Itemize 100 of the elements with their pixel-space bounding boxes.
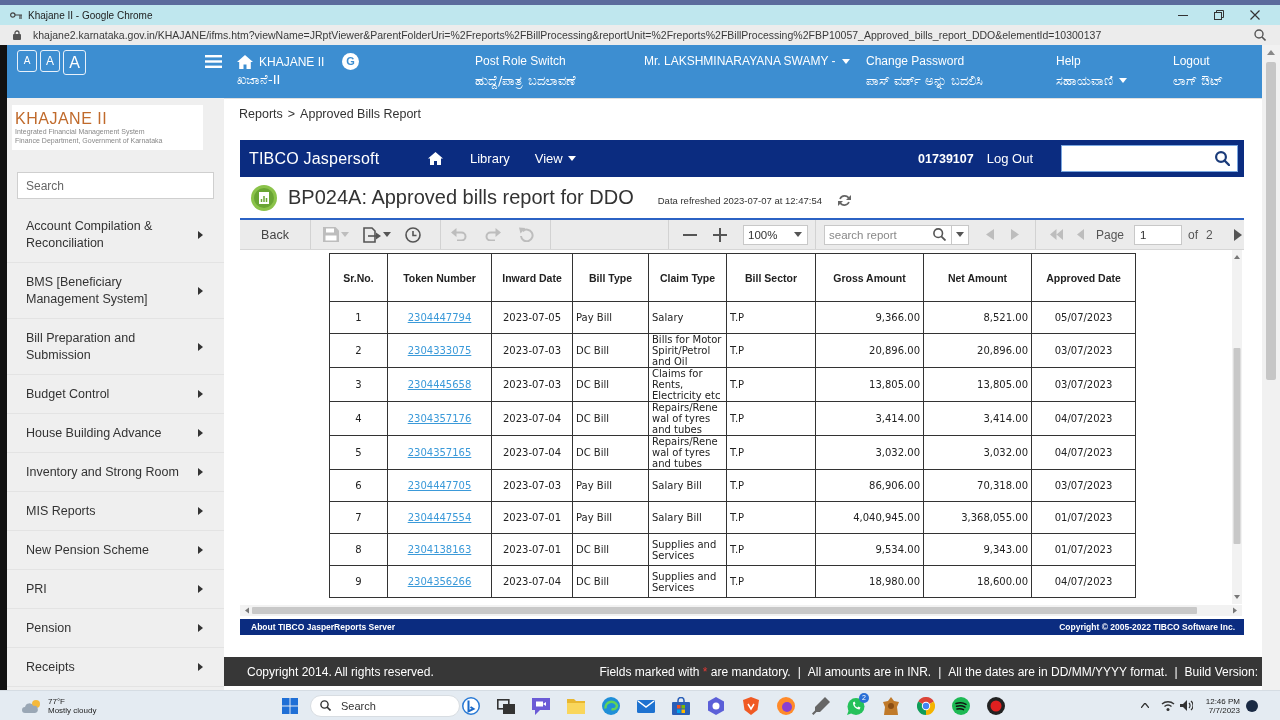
- sidebar-item[interactable]: Bill Preparation and Submission: [7, 319, 224, 375]
- sidebar-item[interactable]: Pension: [7, 609, 224, 648]
- search-report-field[interactable]: search report: [824, 224, 952, 245]
- table-cell: Salary: [648, 301, 727, 334]
- header-link[interactable]: Change Password ಪಾಸ್ ವರ್ಡ್ ಅನ್ನು ಬದಲಿಸಿ: [866, 52, 1056, 90]
- column-header: Bill Type: [572, 253, 649, 302]
- table-cell: T.P: [726, 301, 816, 334]
- search-field[interactable]: [1061, 145, 1238, 172]
- export-icon[interactable]: [363, 226, 381, 243]
- phone-bubble-icon[interactable]: [847, 696, 865, 715]
- table-cell: DC Bill: [572, 367, 649, 402]
- page-field[interactable]: 1: [1134, 224, 1183, 245]
- sidebar-item[interactable]: Account Compilation & Reconciliation: [7, 207, 224, 263]
- table-cell: 9,343.00: [923, 533, 1032, 566]
- sidebar-item[interactable]: Budget Control: [7, 375, 224, 414]
- sound-waves-icon[interactable]: [952, 696, 970, 715]
- caret-up-icon[interactable]: [1140, 703, 1149, 708]
- table-cell: 9,534.00: [815, 533, 924, 566]
- about-link[interactable]: About TIBCO JasperReports Server: [251, 622, 396, 632]
- hexagon-icon[interactable]: [707, 696, 725, 715]
- sidebar-item[interactable]: MIS Reports: [7, 492, 224, 531]
- table-cell: 9,366.00: [815, 301, 924, 334]
- minimize-icon[interactable]: [1178, 14, 1188, 16]
- nav-link[interactable]: Library: [470, 151, 510, 166]
- horizontal-scrollbar[interactable]: [240, 605, 1242, 616]
- column-header: Inward Date: [491, 253, 573, 302]
- header-link[interactable]: Mr. LAKSHMINARAYANA SWAMY -: [644, 52, 866, 90]
- next-page-icon[interactable]: [1234, 228, 1242, 241]
- caret-icon: [956, 232, 964, 237]
- column-header: Claim Type: [648, 253, 727, 302]
- shield-icon[interactable]: [742, 696, 760, 715]
- font-size-button[interactable]: A: [17, 50, 37, 72]
- minus-icon[interactable]: [683, 233, 697, 236]
- clock-icon[interactable]: [405, 226, 421, 243]
- address-bar[interactable]: khajane2.karnataka.gov.in/KHAJANE/ifms.htm?viewName=JRptViewer&ParentFolderUri=%2Freports%2FBillProcessing&reportUnit=%2Freports%2FBillProcessing%2FBP10057_Approved_bills_report_DDO&elementId=10300137: [0, 25, 1280, 45]
- search-icon: [320, 700, 331, 711]
- search-options-button[interactable]: [952, 224, 969, 245]
- task-view-icon[interactable]: [497, 696, 515, 715]
- close-icon[interactable]: [1250, 10, 1260, 20]
- chat-bubble-icon[interactable]: [532, 696, 550, 715]
- pen-icon[interactable]: [812, 696, 830, 715]
- footer-note: Fields marked with * are mandatory.: [599, 664, 791, 679]
- zoom-select[interactable]: 100%: [743, 224, 808, 245]
- search-field[interactable]: Search: [17, 172, 214, 199]
- restore-icon[interactable]: [1214, 10, 1224, 20]
- swirl-icon[interactable]: [602, 696, 620, 715]
- taskbar-search[interactable]: Search: [310, 694, 460, 717]
- b-logo-icon[interactable]: [462, 696, 480, 715]
- notification-icon[interactable]: [1246, 699, 1258, 712]
- table-cell: 04/07/2023: [1031, 401, 1136, 436]
- table-cell: T.P: [726, 533, 816, 566]
- breadcrumb-link[interactable]: Reports: [239, 106, 283, 122]
- shopping-bag-icon[interactable]: [672, 696, 690, 715]
- caret-right-icon: [198, 585, 203, 593]
- table-cell: 3,032.00: [923, 435, 1032, 470]
- table-cell: 8: [329, 533, 388, 566]
- page-total: 2: [1206, 227, 1213, 242]
- report-icon: [251, 184, 277, 211]
- font-size-button[interactable]: A: [63, 50, 86, 75]
- header-link[interactable]: Post Role Switch ಹುದ್ದೆ/ಪಾತ್ರ ಬದಲಾವಣೆ: [475, 52, 644, 90]
- home-link[interactable]: KHAJANE II ಖಜಾನೆ-II: [237, 45, 342, 90]
- sidebar-item[interactable]: PRI: [7, 570, 224, 609]
- footer-note: All the dates are in DD/MM/YYYY format.: [948, 664, 1168, 679]
- sidebar-item[interactable]: New Pension Scheme: [7, 531, 224, 570]
- flame-circle-icon[interactable]: [777, 696, 795, 715]
- table-cell: Claims for Rents, Electricity etc: [648, 367, 727, 402]
- column-header: Token Number: [387, 253, 492, 302]
- sidebar-item[interactable]: House Building Advance: [7, 414, 224, 453]
- windows-logo-icon[interactable]: [282, 697, 298, 714]
- emblem-icon[interactable]: [882, 696, 900, 715]
- menu-icon[interactable]: [205, 55, 222, 68]
- vertical-scrollbar[interactable]: [1232, 250, 1242, 604]
- home-icon[interactable]: [428, 152, 443, 165]
- magnifier-icon[interactable]: [1254, 29, 1266, 41]
- table-cell: 86,906.00: [815, 469, 924, 502]
- table-cell: DC Bill: [572, 333, 649, 368]
- column-header: Net Amount: [923, 253, 1032, 302]
- table-cell: 18,980.00: [815, 565, 924, 598]
- nav-link[interactable]: View: [534, 151, 576, 166]
- table-cell: DC Bill: [572, 435, 649, 470]
- table-cell: 2023-07-01: [491, 501, 573, 534]
- font-size-button[interactable]: A: [40, 50, 60, 72]
- circle-logo-icon[interactable]: [917, 696, 935, 715]
- header-link[interactable]: Logout ಲಾಗ್ ಔಟ್: [1173, 52, 1224, 90]
- refresh-icon[interactable]: [838, 194, 851, 207]
- page-scrollbar[interactable]: [1262, 45, 1280, 690]
- table-cell: 05/07/2023: [1031, 301, 1136, 334]
- wifi-icon[interactable]: [1160, 700, 1175, 711]
- log-out-link[interactable]: Log Out: [986, 151, 1033, 166]
- table-cell: 03/07/2023: [1031, 469, 1136, 502]
- sidebar-item[interactable]: Inventory and Strong Room: [7, 453, 224, 492]
- caret-right-icon: [198, 429, 203, 437]
- record-icon[interactable]: [987, 696, 1005, 715]
- back-button[interactable]: Back: [240, 220, 310, 249]
- speaker-icon[interactable]: [1179, 700, 1193, 711]
- table-cell: Pay Bill: [572, 301, 649, 334]
- header-link[interactable]: Help ಸಹಾಯವಾಣಿ: [1056, 52, 1173, 90]
- plus-icon[interactable]: [713, 227, 727, 242]
- translate-button[interactable]: G: [342, 53, 359, 70]
- sidebar-item[interactable]: BMS [Beneficiary Management System]: [7, 263, 224, 319]
